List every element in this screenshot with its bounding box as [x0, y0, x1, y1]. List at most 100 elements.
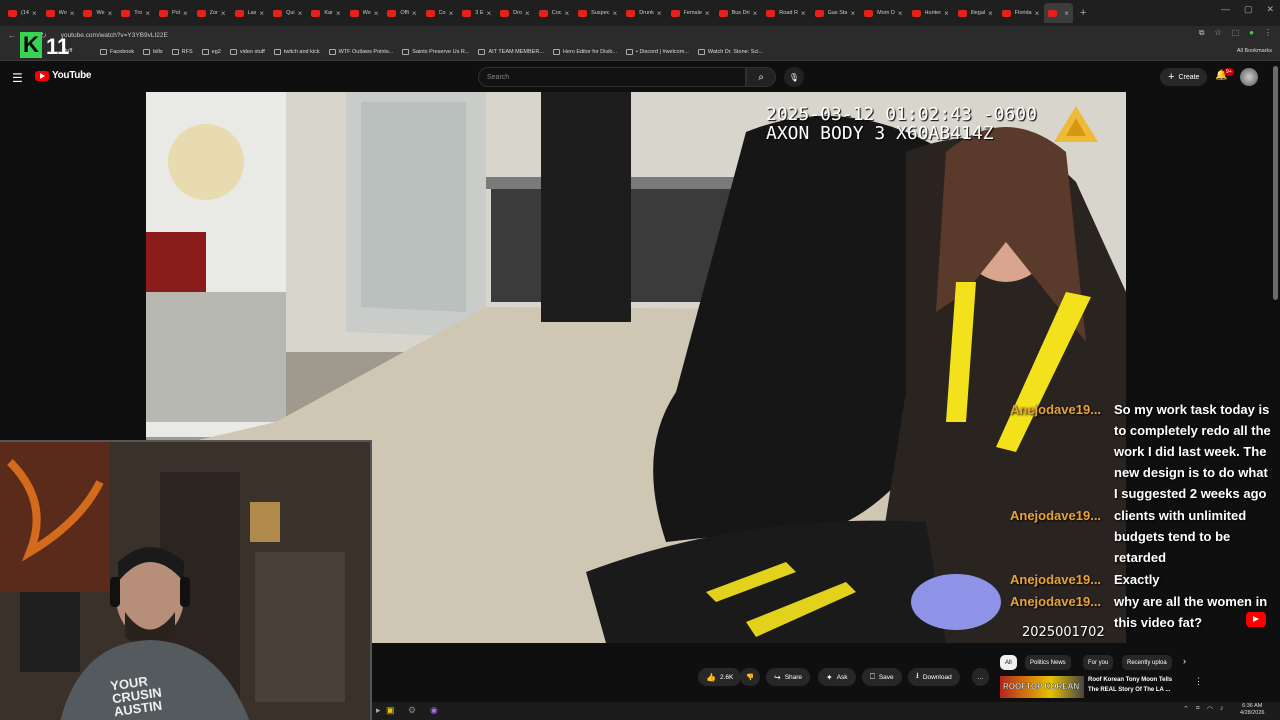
ask-button[interactable]: ✦ Ask: [818, 668, 856, 686]
save-button[interactable]: ⎕ Save: [862, 668, 902, 686]
tab-close-icon[interactable]: ×: [412, 9, 417, 18]
browser-tab[interactable]: Pol ×: [155, 3, 192, 23]
recommendation-title[interactable]: The REAL Story Of The LA ...: [1088, 687, 1170, 693]
taskbar-clock[interactable]: 6:36 AM 4/28/2026: [1240, 703, 1264, 717]
bookmark-item[interactable]: twitch and kick: [273, 49, 320, 55]
tab-close-icon[interactable]: ×: [613, 9, 618, 18]
recommendation-thumbnail[interactable]: ROOFTOP KOREAN: [1000, 676, 1084, 698]
tab-close-icon[interactable]: ×: [657, 9, 662, 18]
browser-tab[interactable]: 3 E ×: [458, 3, 495, 23]
chip-all[interactable]: All: [1000, 655, 1017, 670]
tab-close-icon[interactable]: ×: [753, 9, 758, 18]
tab-close-icon[interactable]: ×: [259, 9, 264, 18]
tab-close-icon[interactable]: ×: [221, 9, 226, 18]
extensions-icon[interactable]: ⬚: [1232, 28, 1240, 38]
tab-close-icon[interactable]: ×: [898, 9, 903, 18]
tab-close-icon[interactable]: ×: [801, 9, 806, 18]
share-button[interactable]: ↪ Share: [766, 668, 811, 686]
hamburger-menu-icon[interactable]: ☰: [12, 71, 23, 85]
tab-close-icon[interactable]: ×: [944, 9, 949, 18]
url-field[interactable]: youtube.com/watch?v=Y3YB9vLI22E: [61, 32, 168, 39]
bookmark-item[interactable]: RFS: [171, 49, 193, 55]
browser-tab[interactable]: (14 ×: [4, 3, 41, 23]
browser-tab[interactable]: ×: [1044, 3, 1073, 23]
browser-tab[interactable]: Las ×: [231, 3, 269, 23]
tray-network-icon[interactable]: ⌗: [1196, 705, 1200, 713]
install-icon[interactable]: ⧉: [1199, 28, 1205, 38]
browser-tab[interactable]: Wo ×: [42, 3, 79, 23]
create-button[interactable]: + Create: [1160, 68, 1208, 86]
browser-tab[interactable]: Dro ×: [496, 3, 534, 23]
search-input[interactable]: Search: [478, 67, 746, 87]
back-icon[interactable]: ←: [8, 31, 16, 40]
more-actions-button[interactable]: …: [972, 668, 989, 686]
tab-close-icon[interactable]: ×: [449, 9, 454, 18]
browser-tab[interactable]: Illegal ×: [954, 3, 997, 23]
kebab-menu-icon[interactable]: ⋮: [1264, 28, 1272, 38]
dislike-button[interactable]: 👎: [740, 668, 761, 686]
youtube-logo[interactable]: YouTube: [35, 70, 92, 81]
tab-close-icon[interactable]: ×: [705, 9, 710, 18]
tab-close-icon[interactable]: ×: [850, 9, 855, 18]
tab-close-icon[interactable]: ×: [525, 9, 530, 18]
bookmark-item[interactable]: Facebook: [100, 49, 134, 55]
maximize-button[interactable]: ▢: [1244, 4, 1253, 15]
download-button[interactable]: ⭳ Download: [908, 668, 960, 686]
browser-tab[interactable]: Kar ×: [307, 3, 344, 23]
tray-chevron-icon[interactable]: ⌃: [1183, 705, 1189, 713]
chip-politics-news[interactable]: Politics News: [1025, 655, 1071, 670]
tray-wifi-icon[interactable]: ◠: [1207, 705, 1213, 713]
browser-tab[interactable]: Offi ×: [383, 3, 420, 23]
tab-close-icon[interactable]: ×: [374, 9, 379, 18]
tab-close-icon[interactable]: ×: [298, 9, 303, 18]
browser-tab[interactable]: Zor ×: [193, 3, 230, 23]
tab-close-icon[interactable]: ×: [565, 9, 570, 18]
browser-tab[interactable]: Mom D ×: [860, 3, 906, 23]
kebab-menu-icon[interactable]: ⋮: [1194, 676, 1203, 687]
voice-search-button[interactable]: 🎙: [784, 67, 804, 87]
tab-close-icon[interactable]: ×: [70, 9, 75, 18]
browser-tab[interactable]: Co ×: [422, 3, 458, 23]
profile-icon[interactable]: ●: [1249, 28, 1254, 38]
browser-tab[interactable]: Wo ×: [346, 3, 383, 23]
new-tab-button[interactable]: +: [1080, 7, 1086, 19]
taskbar-settings-icon[interactable]: ⚙: [408, 705, 416, 716]
chip-recently-uploaded[interactable]: Recently uploa: [1122, 655, 1172, 670]
browser-tab[interactable]: Suspec ×: [574, 3, 621, 23]
page-scrollbar[interactable]: [1273, 66, 1278, 300]
browser-tab[interactable]: Gas Sta ×: [811, 3, 860, 23]
all-bookmarks[interactable]: All Bookmarks: [1237, 48, 1272, 54]
bookmark-item[interactable]: AIT TEAM MEMBER...: [478, 49, 544, 55]
tab-close-icon[interactable]: ×: [1035, 9, 1040, 18]
bookmark-item[interactable]: bills: [143, 49, 163, 55]
taskbar-arrow-icon[interactable]: ▸: [376, 705, 381, 716]
bookmark-item[interactable]: Saints Preserve Us R...: [402, 49, 469, 55]
bookmark-item[interactable]: eg2: [201, 49, 221, 55]
minimize-button[interactable]: —: [1221, 4, 1230, 15]
account-avatar[interactable]: [1240, 68, 1258, 86]
bookmark-item[interactable]: • Discord | #welcom...: [626, 49, 689, 55]
browser-tab[interactable]: Road R ×: [762, 3, 809, 23]
chevron-right-icon[interactable]: ›: [1183, 656, 1186, 666]
browser-tab[interactable]: Drunk ×: [622, 3, 665, 23]
browser-tab[interactable]: Florida ×: [998, 3, 1043, 23]
like-button[interactable]: 👍 2.6K: [698, 668, 742, 686]
bookmark-item[interactable]: Hero Editor for Disib...: [552, 49, 617, 55]
tab-close-icon[interactable]: ×: [32, 9, 37, 18]
bookmark-item[interactable]: Watch Dr. Stone: Sci...: [697, 49, 763, 55]
tab-close-icon[interactable]: ×: [988, 9, 993, 18]
tab-close-icon[interactable]: ×: [1064, 9, 1069, 18]
tray-volume-icon[interactable]: ♪: [1220, 705, 1224, 713]
bookmark-item[interactable]: WTF Outlaws Points...: [328, 49, 393, 55]
chip-for-you[interactable]: For you: [1083, 655, 1114, 670]
tab-close-icon[interactable]: ×: [336, 9, 341, 18]
browser-tab[interactable]: Hunter ×: [908, 3, 953, 23]
taskbar-app-icon[interactable]: ▣: [386, 705, 395, 716]
tab-close-icon[interactable]: ×: [108, 9, 113, 18]
browser-tab[interactable]: Bus Dri ×: [715, 3, 762, 23]
search-button[interactable]: ⌕: [746, 67, 776, 87]
browser-tab[interactable]: Qui ×: [269, 3, 306, 23]
star-icon[interactable]: ☆: [1214, 28, 1221, 38]
close-window-button[interactable]: ✕: [1266, 4, 1274, 15]
browser-tab[interactable]: We ×: [79, 3, 116, 23]
